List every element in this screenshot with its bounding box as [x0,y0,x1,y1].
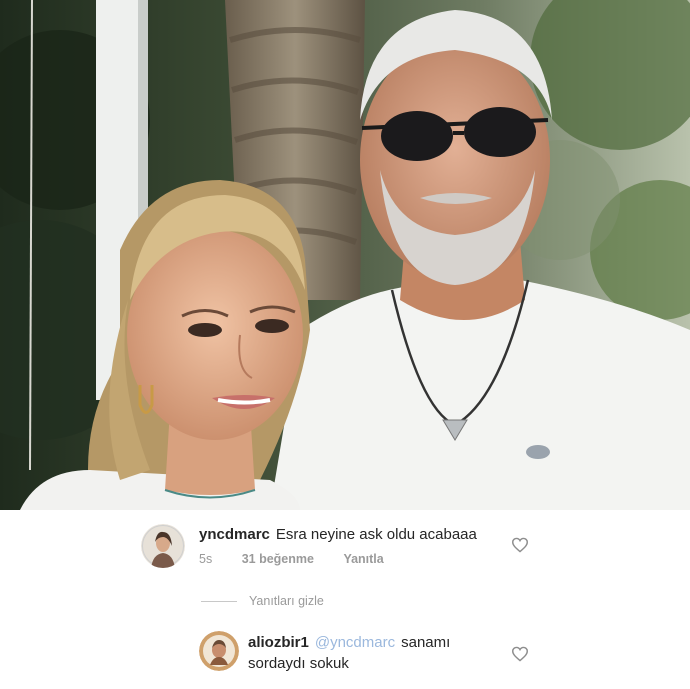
comment-1-likes[interactable]: 31 beğenme [242,552,314,566]
comment-1-username[interactable]: yncdmarc [199,526,270,543]
comment-1-body: Esra neyine ask oldu acabaaa [275,526,477,543]
post-photo [0,0,690,510]
comment-1-reply-button[interactable]: Yanıtla [343,552,383,566]
avatar[interactable] [199,631,239,671]
heart-outline-icon[interactable] [511,537,529,553]
comment-2-body-line-1: sanamı [401,634,451,651]
comment-2-text-line-1: aliozbir1 @yncdmarc sanamı [248,634,450,651]
hide-replies-label[interactable]: Yanıtları gizle [249,594,324,608]
comment-2-text-line-2: sordaydı sokuk [248,655,349,672]
comment-2-username[interactable]: aliozbir1 [248,634,309,651]
comment-1-time: 5s [199,552,213,566]
comment-1-text-line: yncdmarc Esra neyine ask oldu acabaaa [199,526,477,543]
divider-line [201,601,237,603]
profile-avatar-icon [141,524,185,568]
profile-avatar-icon [199,631,239,671]
comment-2-mention[interactable]: @yncdmarc [315,634,395,651]
comment-1-meta: 5s 31 beğenme Yanıtla [199,552,410,566]
avatar[interactable] [141,524,185,568]
comment-2-body-line-2: sordaydı sokuk [248,655,349,672]
heart-outline-icon[interactable] [511,646,529,662]
couple-photo-illustration [0,0,690,510]
comments-section: yncdmarc Esra neyine ask oldu acabaaa 5s … [0,510,690,689]
hide-replies-row[interactable]: Yanıtları gizle [201,594,324,608]
